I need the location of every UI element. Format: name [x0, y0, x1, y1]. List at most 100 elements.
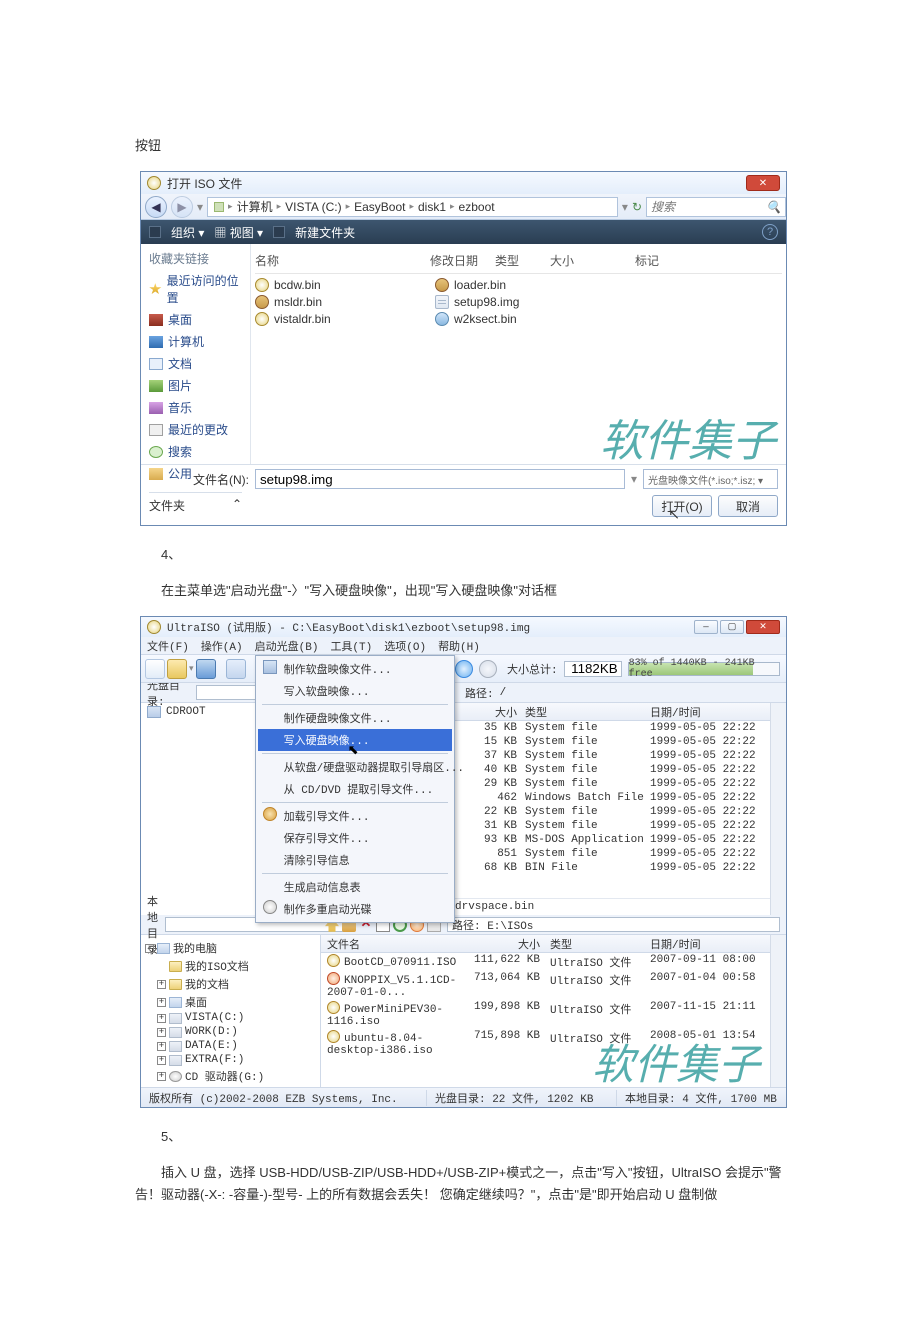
list-row[interactable]: 22 KBSystem file1999-05-05 22:22 [431, 805, 770, 819]
expand-toggle[interactable]: + [157, 998, 166, 1007]
sidebar-item[interactable]: 最近访问的位置 [149, 272, 242, 306]
forward-button[interactable]: ▶ [171, 196, 193, 218]
menu-item[interactable]: 从 CD/DVD 提取引导文件... [258, 778, 452, 800]
sidebar-item[interactable]: 桌面 [149, 311, 242, 328]
breadcrumb-segment[interactable]: ezboot [459, 200, 495, 214]
open-button[interactable]: 打开(O) [652, 495, 712, 517]
total-size-field[interactable] [564, 661, 622, 677]
local-tree[interactable]: -我的电脑我的ISO文档+我的文档+桌面+VISTA(C:)+WORK(D:)+… [141, 935, 321, 1087]
expand-toggle[interactable]: + [157, 1028, 166, 1037]
list-row[interactable]: 851System file1999-05-05 22:22 [431, 847, 770, 861]
sidebar-item[interactable]: 最近的更改 [149, 421, 242, 438]
tree-node[interactable]: +CD 驱动器(G:) [145, 1067, 316, 1085]
menu-item[interactable]: 生成启动信息表 [258, 876, 452, 898]
minimize-button[interactable]: — [694, 620, 718, 634]
breadcrumb-segment[interactable]: VISTA (C:) [285, 200, 341, 214]
sidebar-item[interactable]: 音乐 [149, 399, 242, 416]
menu-item[interactable]: 写入硬盘映像...⬉ [258, 729, 452, 751]
breadcrumb-segment[interactable]: disk1 [418, 200, 446, 214]
expand-toggle[interactable]: + [157, 980, 166, 989]
local-file-list[interactable]: 文件名 大小 类型 日期/时间 BootCD_070911.ISO111,622… [321, 935, 770, 1087]
menu-item[interactable]: 保存引导文件... [258, 827, 452, 849]
file-item[interactable]: w2ksect.bin [435, 312, 605, 326]
sidebar-item[interactable]: 文档 [149, 355, 242, 372]
menu-tools[interactable]: 工具(T) [330, 638, 372, 654]
menu-item[interactable]: 清除引导信息 [258, 849, 452, 871]
scrollbar-vertical[interactable] [770, 935, 786, 1087]
new-folder-button[interactable]: 新建文件夹 [295, 224, 355, 241]
cd-info-icon[interactable] [455, 660, 473, 678]
list-row[interactable]: 35 KBSystem file1999-05-05 22:22 [431, 721, 770, 735]
maximize-button[interactable]: ▢ [720, 620, 744, 634]
breadcrumb-segment[interactable]: 计算机 [237, 198, 273, 215]
tree-node[interactable]: +CD 驱动器(H:) [145, 1085, 316, 1087]
list-row[interactable]: 37 KBSystem file1999-05-05 22:22 [431, 749, 770, 763]
file-item[interactable]: loader.bin [435, 278, 605, 292]
close-button[interactable]: ✕ [746, 620, 780, 634]
tree-node[interactable]: +VISTA(C:) [145, 1011, 316, 1025]
save-icon[interactable] [196, 659, 216, 679]
menu-item[interactable]: 制作多重启动光碟 [258, 898, 452, 920]
menu-item[interactable]: 从软盘/硬盘驱动器提取引导扇区... [258, 756, 452, 778]
column-headers[interactable]: 名称 修改日期 类型 大小 标记 [255, 248, 782, 274]
menu-file[interactable]: 文件(F) [147, 638, 189, 654]
tree-node[interactable]: +桌面 [145, 993, 316, 1011]
menu-item[interactable]: 写入软盘映像... [258, 680, 452, 702]
tree-node[interactable]: 我的ISO文档 [145, 957, 316, 975]
back-button[interactable]: ◀ [145, 196, 167, 218]
breadcrumb-segment[interactable]: EasyBoot [354, 200, 405, 214]
organize-menu[interactable]: 组织 ▾ [171, 224, 204, 241]
help-button[interactable]: ? [762, 224, 778, 240]
menu-help[interactable]: 帮助(H) [438, 638, 480, 654]
expand-toggle[interactable]: + [157, 1056, 166, 1065]
new-icon[interactable] [145, 659, 165, 679]
scrollbar-vertical[interactable] [770, 703, 786, 915]
menu-item[interactable]: 制作硬盘映像文件... [258, 707, 452, 729]
list-row[interactable]: 462Windows Batch File1999-05-05 22:22 [431, 791, 770, 805]
file-item[interactable]: vistaldr.bin [255, 312, 425, 326]
menu-bootable[interactable]: 启动光盘(B) 制作软盘映像文件...写入软盘映像...制作硬盘映像文件...写… [255, 638, 319, 654]
menu-item[interactable]: 制作软盘映像文件... [258, 658, 452, 680]
list-row[interactable]: 31 KBSystem file1999-05-05 22:22 [431, 819, 770, 833]
list-row[interactable]: PowerMiniPEV30-1116.iso199,898 KBUltraIS… [321, 1000, 770, 1029]
filename-input[interactable] [255, 469, 625, 489]
list-header[interactable]: 大小 类型 日期/时间 [431, 703, 770, 721]
search-input[interactable]: 搜索 🔍 [646, 197, 786, 217]
sidebar-item[interactable]: 图片 [149, 377, 242, 394]
tree-node[interactable]: +DATA(E:) [145, 1039, 316, 1053]
tree-node[interactable]: +我的文档 [145, 975, 316, 993]
expand-toggle[interactable]: + [157, 1072, 166, 1081]
file-name[interactable]: drvspace.bin [455, 901, 534, 913]
menu-action[interactable]: 操作(A) [201, 638, 243, 654]
tree-node[interactable]: +WORK(D:) [145, 1025, 316, 1039]
mount-icon[interactable] [479, 660, 497, 678]
expand-toggle[interactable]: + [157, 1042, 166, 1051]
menu-item[interactable]: 加载引导文件... [258, 805, 452, 827]
menu-options[interactable]: 选项(O) [384, 638, 426, 654]
list-row[interactable]: KNOPPIX_V5.1.1CD-2007-01-0...713,064 KBU… [321, 971, 770, 1000]
sidebar-item[interactable]: 搜索 [149, 443, 242, 460]
expand-toggle[interactable]: + [157, 1014, 166, 1023]
list-row[interactable]: 40 KBSystem file1999-05-05 22:22 [431, 763, 770, 777]
list-row[interactable]: 68 KBBIN File1999-05-05 22:22 [431, 861, 770, 875]
tree-node[interactable]: -我的电脑 [145, 939, 316, 957]
file-item[interactable]: bcdw.bin [255, 278, 425, 292]
local-path-box[interactable]: 路径: E:\ISOs [447, 917, 780, 932]
file-item[interactable]: setup98.img [435, 295, 605, 309]
list-row[interactable]: 15 KBSystem file1999-05-05 22:22 [431, 735, 770, 749]
refresh-icon[interactable]: ↻ [632, 200, 642, 214]
close-button[interactable]: ✕ [746, 175, 780, 191]
list-row[interactable]: 29 KBSystem file1999-05-05 22:22 [431, 777, 770, 791]
disk-icon[interactable] [226, 659, 246, 679]
file-type-combo[interactable]: 光盘映像文件(*.iso;*.isz; ▾ [643, 469, 778, 489]
views-menu[interactable]: ▦ 视图 ▾ [214, 224, 263, 241]
list-row[interactable]: 93 KBMS-DOS Application1999-05-05 22:22 [431, 833, 770, 847]
sidebar-item[interactable]: 计算机 [149, 333, 242, 350]
list-header[interactable]: 文件名 大小 类型 日期/时间 [321, 935, 770, 953]
file-item[interactable]: msldr.bin [255, 295, 425, 309]
list-row[interactable]: ubuntu-8.04-desktop-i386.iso715,898 KBUl… [321, 1029, 770, 1058]
cancel-button[interactable]: 取消 [718, 495, 778, 517]
tree-node[interactable]: +EXTRA(F:) [145, 1053, 316, 1067]
list-row[interactable]: BootCD_070911.ISO111,622 KBUltraISO 文件20… [321, 953, 770, 971]
expand-toggle[interactable]: - [145, 944, 154, 953]
